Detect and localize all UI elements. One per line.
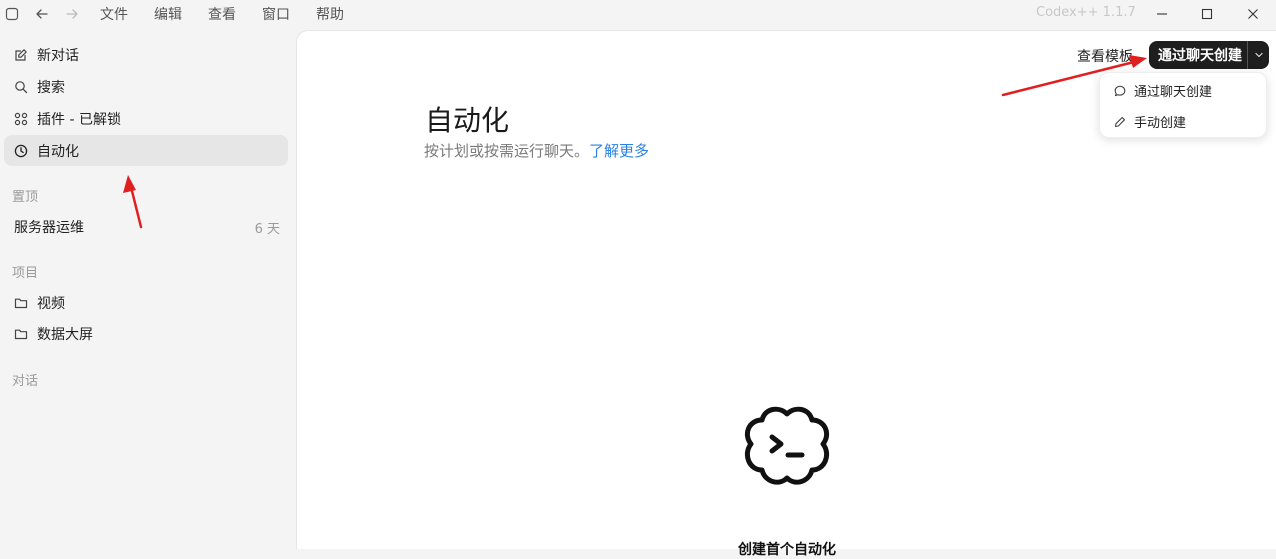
maximize-button[interactable] [1184,0,1230,28]
pinned-chat-title: 服务器运维 [14,220,84,236]
nav-label: 搜索 [37,79,65,96]
page-title: 自动化 [425,104,510,137]
pinned-chat-item[interactable]: 服务器运维 6 天 [4,212,288,242]
nav-label: 插件 - 已解锁 [37,111,121,128]
view-templates-button[interactable]: 查看模板 [1073,43,1137,69]
section-chats: 对话 [12,374,39,389]
app-name: Codex++ 1.1.7 [1036,5,1136,20]
close-button[interactable] [1230,0,1276,28]
pinned-chat-age: 6 天 [254,221,280,237]
create-via-chat-button[interactable]: 通过聊天创建 [1149,41,1269,69]
menu-item-create-via-chat[interactable]: 通过聊天创建 [1100,75,1268,106]
learn-more-link[interactable]: 了解更多 [589,142,649,160]
section-pinned: 置顶 [12,190,39,205]
search-icon [15,80,28,93]
edit-icon [15,48,27,61]
create-dropdown-menu: 通过聊天创建 手动创建 [1099,72,1267,138]
create-button-label: 通过聊天创建 [1158,48,1242,64]
folder-icon [14,298,28,308]
project-item-video[interactable]: 视频 [4,287,288,318]
back-arrow-icon[interactable] [30,2,54,26]
menu-view[interactable]: 查看 [208,4,236,24]
project-item-dashboard[interactable]: 数据大屏 [4,318,288,349]
create-menu-toggle[interactable] [1247,41,1269,69]
forward-arrow-icon[interactable] [60,2,84,26]
automation-terminal-icon [745,406,829,485]
nav-search[interactable]: 搜索 [4,71,288,102]
menu-item-label: 通过聊天创建 [1134,85,1213,100]
chat-bubble-icon [1114,85,1126,96]
main-panel: 查看模板 通过聊天创建 通过聊天创建 手动创建 自动化 按计划或按需运行聊天。了… [296,30,1276,558]
sidebar-toggle-icon[interactable] [0,2,24,26]
sidebar: 新对话 搜索 插件 - 已解锁 自动化 置顶 服务器运维 6 天 项目 视频 数… [0,28,296,549]
subtitle-text: 按计划或按需运行聊天。 [424,142,590,160]
plugins-grid-icon [14,112,28,125]
menu-edit[interactable]: 编辑 [154,4,182,24]
menu-window[interactable]: 窗口 [262,4,290,24]
page-subtitle: 按计划或按需运行聊天。了解更多 [424,140,649,161]
empty-state-title: 创建首个自动化 [738,542,836,558]
chevron-down-icon [1254,52,1263,58]
minimize-button[interactable] [1139,0,1185,28]
menu-item-create-manually[interactable]: 手动创建 [1100,106,1268,137]
nav-new-chat[interactable]: 新对话 [4,39,288,70]
clock-icon [14,144,28,157]
pencil-icon [1114,116,1126,127]
nav-label: 自动化 [37,143,79,160]
section-projects: 项目 [12,266,39,281]
title-bar: 文件 编辑 查看 窗口 帮助 Codex++ 1.1.7 [0,0,1276,28]
project-label: 视频 [37,295,65,312]
nav-label: 新对话 [37,47,79,64]
menu-file[interactable]: 文件 [100,4,128,24]
project-label: 数据大屏 [37,326,93,343]
menu-help[interactable]: 帮助 [316,4,344,24]
nav-plugins[interactable]: 插件 - 已解锁 [4,103,288,134]
folder-icon [14,329,28,339]
menu-item-label: 手动创建 [1134,116,1187,131]
nav-automation[interactable]: 自动化 [4,135,288,166]
